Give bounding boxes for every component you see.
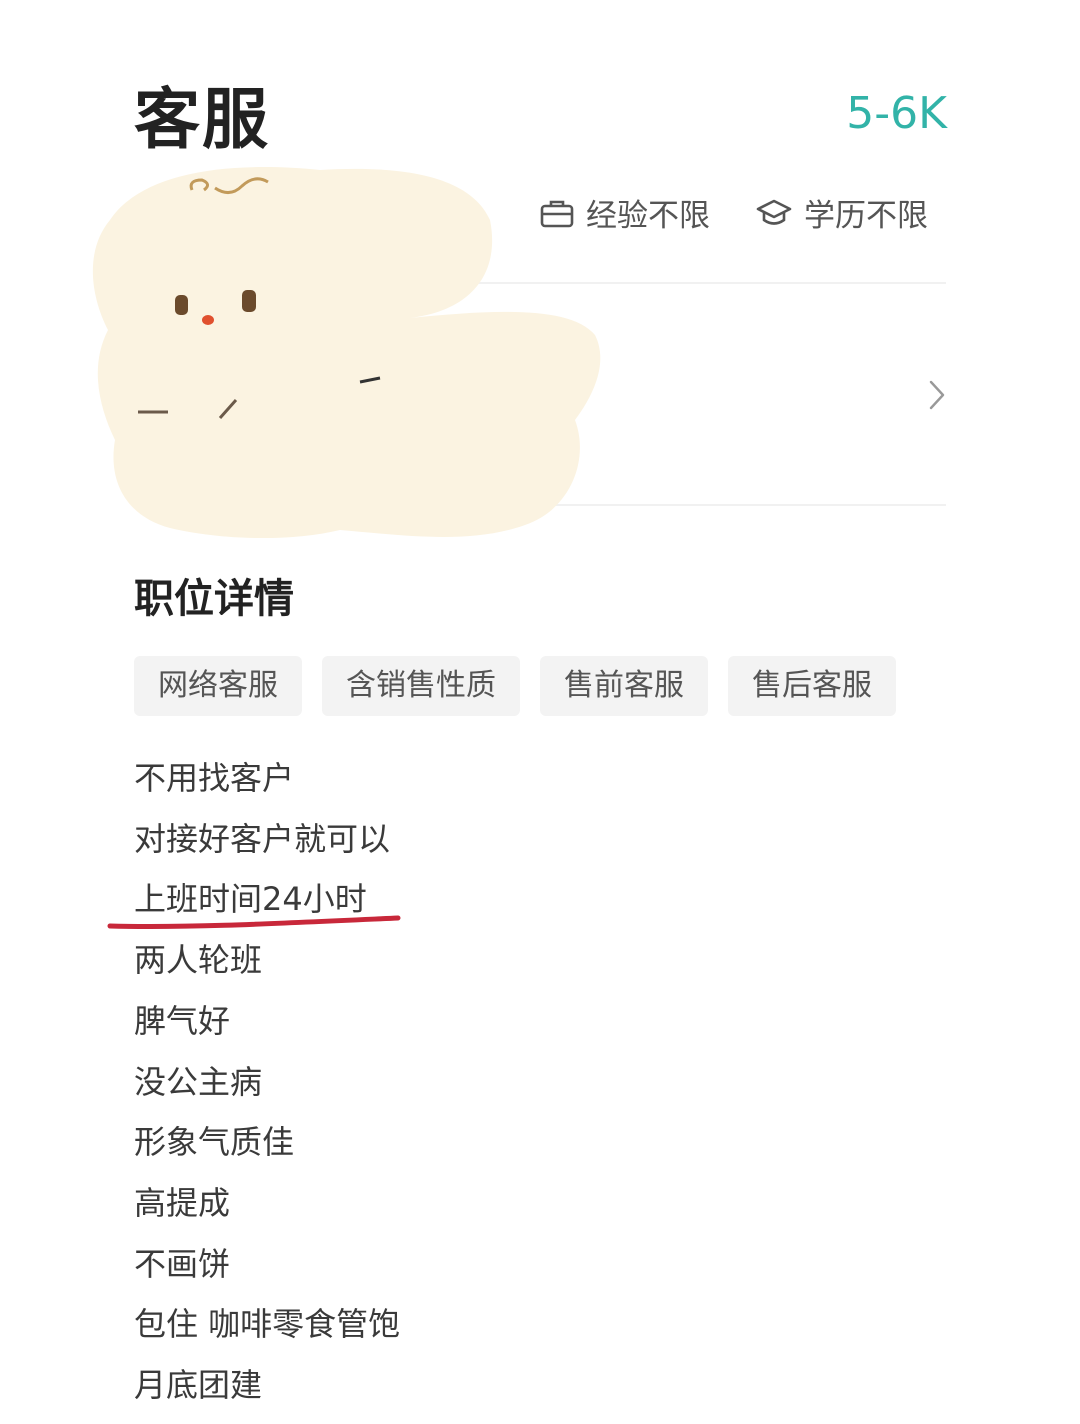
- description-line: 月底团建: [134, 1366, 263, 1405]
- tag: 网络客服: [134, 656, 302, 716]
- description-line: 脾气好: [134, 1001, 231, 1040]
- description-line: 对接好客户就可以: [134, 819, 391, 858]
- section-title: 职位详情: [134, 576, 294, 622]
- job-description: 不用找客户 对接好客户就可以 上班时间24小时 两人轮班 脾气好 没公主病 形象…: [134, 748, 400, 1416]
- annotation-underline: [106, 908, 406, 936]
- description-line: 高提成: [134, 1183, 231, 1222]
- education-requirement: 学历不限: [756, 190, 928, 235]
- education-label: 学历不限: [804, 198, 928, 234]
- description-line: 形象气质佳: [134, 1123, 295, 1162]
- tag: 售前客服: [540, 656, 708, 716]
- graduation-cap-icon: [756, 198, 792, 228]
- tag: 售后客服: [728, 656, 896, 716]
- tag-list: 网络客服 含销售性质 售前客服 售后客服: [134, 656, 896, 716]
- description-line: 两人轮班: [134, 941, 263, 980]
- tag: 含销售性质: [322, 656, 520, 716]
- description-line: 没公主病: [134, 1062, 263, 1101]
- description-line: 不画饼: [134, 1244, 231, 1283]
- puppy-sticker: [70, 150, 610, 554]
- description-line: 不用找客户: [134, 759, 295, 797]
- job-title: 客服: [134, 81, 270, 158]
- chevron-right-icon[interactable]: [926, 378, 948, 416]
- description-line: 包住 咖啡零食管饱: [134, 1305, 401, 1344]
- salary: 5-6K: [846, 88, 947, 139]
